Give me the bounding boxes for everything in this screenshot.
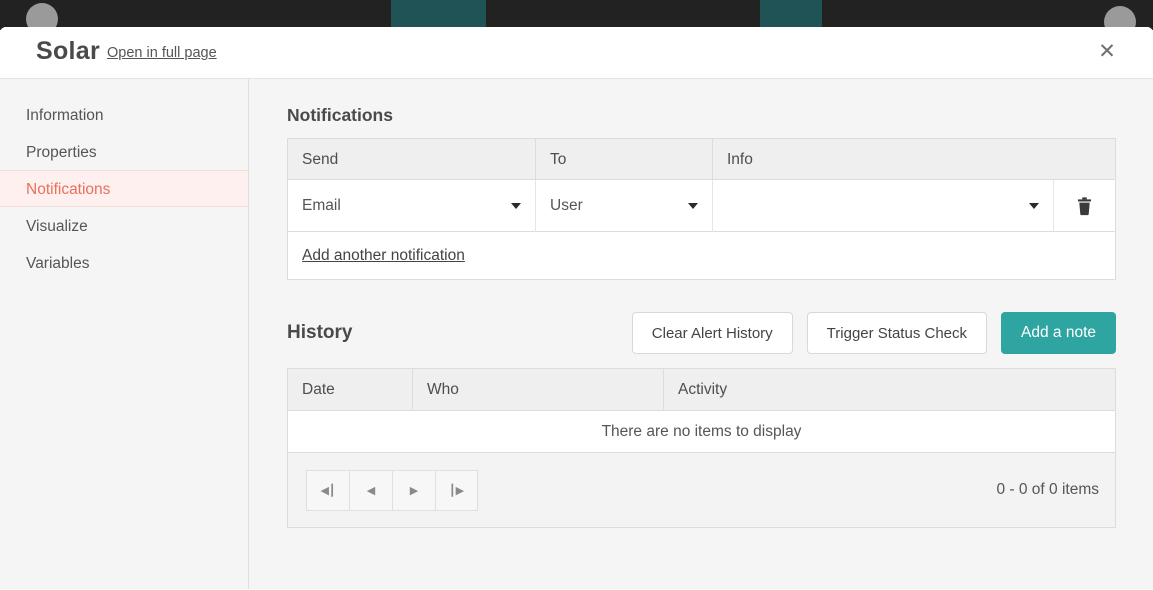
pager-last-button[interactable]: ┃▶ — [435, 470, 478, 511]
app-backdrop: Solar Open in full page ✕ Information Pr… — [0, 0, 1153, 590]
history-header-row: Date Who Activity — [288, 369, 1115, 411]
table-row: Email User — [288, 180, 1115, 232]
send-method-value: Email — [302, 197, 341, 215]
modal-main-content: Notifications Send To Info Email User — [249, 79, 1153, 589]
page-title: Solar — [36, 37, 100, 66]
clear-alert-history-button[interactable]: Clear Alert History — [632, 312, 793, 354]
history-pagination: ◀┃ ◀ ▶ ┃▶ 0 - 0 of 0 items — [288, 453, 1115, 527]
pager-next-button[interactable]: ▶ — [392, 470, 435, 511]
column-header-activity: Activity — [664, 369, 1115, 410]
history-table: Date Who Activity There are no items to … — [287, 368, 1116, 528]
modal-header: Solar Open in full page ✕ — [0, 27, 1153, 79]
recipient-value: User — [550, 197, 583, 215]
delete-notification-cell — [1054, 180, 1115, 232]
sidebar-item-information[interactable]: Information — [0, 96, 248, 133]
pager-first-button[interactable]: ◀┃ — [306, 470, 349, 511]
chevron-down-icon[interactable] — [688, 203, 698, 209]
chevron-down-icon[interactable] — [511, 203, 521, 209]
history-section: History Clear Alert History Trigger Stat… — [287, 312, 1125, 528]
trash-icon[interactable] — [1076, 197, 1093, 216]
column-header-who: Who — [413, 369, 664, 410]
history-toolbar: History Clear Alert History Trigger Stat… — [287, 312, 1116, 354]
topbar-tab-secondary[interactable] — [760, 0, 822, 30]
chevron-down-icon[interactable] — [1029, 203, 1039, 209]
modal-body: Information Properties Notifications Vis… — [0, 79, 1153, 589]
column-header-send: Send — [288, 139, 536, 179]
pager-button-group: ◀┃ ◀ ▶ ┃▶ — [306, 470, 478, 511]
history-empty-message: There are no items to display — [288, 411, 1115, 453]
column-header-to: To — [536, 139, 713, 179]
sidebar-item-notifications[interactable]: Notifications — [0, 170, 248, 207]
notifications-heading: Notifications — [287, 105, 1125, 126]
recipient-select[interactable]: User — [536, 180, 713, 232]
modal-sidebar: Information Properties Notifications Vis… — [0, 79, 249, 589]
trigger-status-check-button[interactable]: Trigger Status Check — [807, 312, 987, 354]
open-in-full-page-link[interactable]: Open in full page — [107, 45, 217, 61]
notifications-table: Send To Info Email User — [287, 138, 1116, 280]
history-heading: History — [287, 322, 618, 344]
detail-modal: Solar Open in full page ✕ Information Pr… — [0, 27, 1153, 590]
pager-item-count: 0 - 0 of 0 items — [996, 481, 1099, 499]
column-header-info: Info — [713, 139, 1115, 179]
topbar-tab-primary[interactable] — [391, 0, 486, 30]
notifications-header-row: Send To Info — [288, 139, 1115, 180]
sidebar-item-variables[interactable]: Variables — [0, 244, 248, 281]
sidebar-item-properties[interactable]: Properties — [0, 133, 248, 170]
top-navigation-bar — [0, 0, 1153, 30]
column-header-date: Date — [288, 369, 413, 410]
pager-previous-button[interactable]: ◀ — [349, 470, 392, 511]
sidebar-item-visualize[interactable]: Visualize — [0, 207, 248, 244]
add-another-notification-link[interactable]: Add another notification — [302, 247, 465, 265]
close-icon[interactable]: ✕ — [1095, 40, 1119, 64]
send-method-select[interactable]: Email — [288, 180, 536, 232]
info-select[interactable] — [713, 180, 1054, 232]
notifications-footer-row: Add another notification — [288, 232, 1115, 279]
add-a-note-button[interactable]: Add a note — [1001, 312, 1116, 354]
